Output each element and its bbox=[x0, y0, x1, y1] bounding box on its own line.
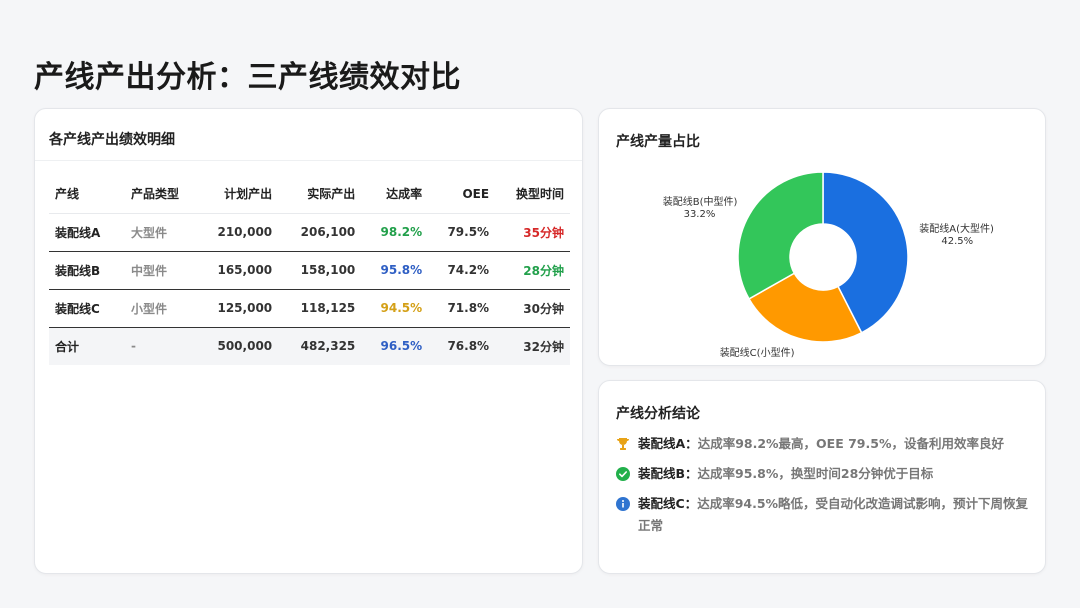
page-title: 产线产出分析：三产线绩效对比 bbox=[34, 60, 461, 95]
cell-rate: 96.5% bbox=[361, 327, 429, 365]
table-row: 装配线C 小型件 125,000 118,125 94.5% 71.8% 30分钟 bbox=[49, 289, 570, 328]
pie-chart-card: 产线产量占比 装配线A(大型件) 42.5% 装配线C(小型件) 装配线B(中型件) 3… bbox=[598, 108, 1046, 366]
cell-changeover: 30分钟 bbox=[495, 289, 570, 328]
cell-plan: 125,000 bbox=[195, 289, 279, 328]
cell-type: 小型件 bbox=[125, 289, 195, 328]
conclusion-line-name: 装配线C： bbox=[638, 496, 698, 511]
conclusion-detail: 达成率95.8%，换型时间28分钟优于目标 bbox=[697, 466, 934, 481]
conclusions-card: 产线分析结论 装配线A：达成率98.2%最高，OEE 79.5%，设备利用效率良… bbox=[598, 380, 1046, 574]
cell-oee: 79.5% bbox=[428, 213, 496, 252]
col-header-oee: OEE bbox=[428, 175, 496, 214]
pie-chart: 装配线A(大型件)42.5% 装配线C(小型件) 装配线B(中型件)33.2% bbox=[663, 171, 994, 359]
cell-rate: 95.8% bbox=[361, 251, 429, 290]
col-header-changeover: 换型时间 bbox=[495, 175, 570, 214]
cell-plan: 210,000 bbox=[195, 213, 279, 252]
cell-type: 中型件 bbox=[125, 251, 195, 290]
pie-slice-value: 33.2% bbox=[684, 209, 716, 220]
cell-oee: 76.8% bbox=[428, 327, 496, 365]
performance-table: 产线 产品类型 计划产出 实际产出 达成率 OEE 换型时间 装配线A 大型件 21… bbox=[49, 175, 570, 365]
info-circle-icon bbox=[616, 497, 630, 511]
cell-oee: 74.2% bbox=[428, 251, 496, 290]
pie-slice-label: 装配线C(小型件) bbox=[720, 346, 795, 359]
cell-line: 合计 bbox=[49, 327, 125, 365]
table-row: 装配线A 大型件 210,000 206,100 98.2% 79.5% 35分钟 bbox=[49, 213, 570, 252]
conclusion-detail: 达成率94.5%略低，受自动化改造调试影响，预计下周恢复正常 bbox=[638, 496, 1029, 533]
cell-changeover: 35分钟 bbox=[495, 213, 570, 252]
conclusion-item: 装配线B：达成率95.8%，换型时间28分钟优于目标 bbox=[616, 463, 1034, 485]
trophy-icon bbox=[616, 437, 630, 451]
conclusion-text: 装配线C：达成率94.5%略低，受自动化改造调试影响，预计下周恢复正常 bbox=[638, 493, 1034, 537]
cell-type: 大型件 bbox=[125, 213, 195, 252]
cell-oee: 71.8% bbox=[428, 289, 496, 328]
pie-slice bbox=[737, 171, 824, 300]
conclusions-list: 装配线A：达成率98.2%最高，OEE 79.5%，设备利用效率良好 装配线B：达… bbox=[616, 433, 1034, 545]
pie-slice-value: 42.5% bbox=[941, 236, 973, 247]
col-header-type: 产品类型 bbox=[125, 175, 195, 214]
pie-slice-label: 装配线B(中型件) bbox=[663, 195, 738, 208]
cell-rate: 98.2% bbox=[361, 213, 429, 252]
col-header-plan: 计划产出 bbox=[195, 175, 279, 214]
check-circle-icon bbox=[616, 467, 630, 481]
conclusion-text: 装配线B：达成率95.8%，换型时间28分钟优于目标 bbox=[638, 463, 933, 485]
cell-plan: 165,000 bbox=[195, 251, 279, 290]
cell-type: - bbox=[125, 327, 195, 365]
conclusions-title: 产线分析结论 bbox=[616, 406, 700, 422]
conclusion-line-name: 装配线B： bbox=[638, 466, 698, 481]
conclusion-line-name: 装配线A： bbox=[638, 436, 698, 451]
conclusion-item: 装配线A：达成率98.2%最高，OEE 79.5%，设备利用效率良好 bbox=[616, 433, 1034, 455]
col-header-actual: 实际产出 bbox=[278, 175, 362, 214]
cell-line: 装配线B bbox=[49, 251, 125, 290]
cell-changeover: 28分钟 bbox=[495, 251, 570, 290]
cell-plan: 500,000 bbox=[195, 327, 279, 365]
conclusion-detail: 达成率98.2%最高，OEE 79.5%，设备利用效率良好 bbox=[697, 436, 1004, 451]
col-header-rate: 达成率 bbox=[361, 175, 429, 214]
table-header-row: 产线 产品类型 计划产出 实际产出 达成率 OEE 换型时间 bbox=[49, 175, 570, 214]
cell-changeover: 32分钟 bbox=[495, 327, 570, 365]
table-total-row: 合计 -500,000 482,325 96.5% 76.8% 32分钟 bbox=[49, 327, 570, 365]
cell-line: 装配线C bbox=[49, 289, 125, 328]
col-header-line: 产线 bbox=[49, 175, 125, 214]
performance-table-card: 各产线产出绩效明细 产线 产品类型 计划产出 实际产出 达成率 OEE 换型时间… bbox=[34, 108, 583, 574]
conclusion-text: 装配线A：达成率98.2%最高，OEE 79.5%，设备利用效率良好 bbox=[638, 433, 1004, 455]
cell-actual: 482,325 bbox=[278, 327, 362, 365]
cell-line: 装配线A bbox=[49, 213, 125, 252]
table-card-title: 各产线产出绩效明细 bbox=[35, 109, 582, 161]
pie-slice-label: 装配线A(大型件) bbox=[919, 222, 994, 235]
cell-actual: 158,100 bbox=[278, 251, 362, 290]
cell-actual: 206,100 bbox=[278, 213, 362, 252]
cell-actual: 118,125 bbox=[278, 289, 362, 328]
conclusion-item: 装配线C：达成率94.5%略低，受自动化改造调试影响，预计下周恢复正常 bbox=[616, 493, 1034, 537]
table-row: 装配线B 中型件 165,000 158,100 95.8% 74.2% 28分钟 bbox=[49, 251, 570, 290]
cell-rate: 94.5% bbox=[361, 289, 429, 328]
